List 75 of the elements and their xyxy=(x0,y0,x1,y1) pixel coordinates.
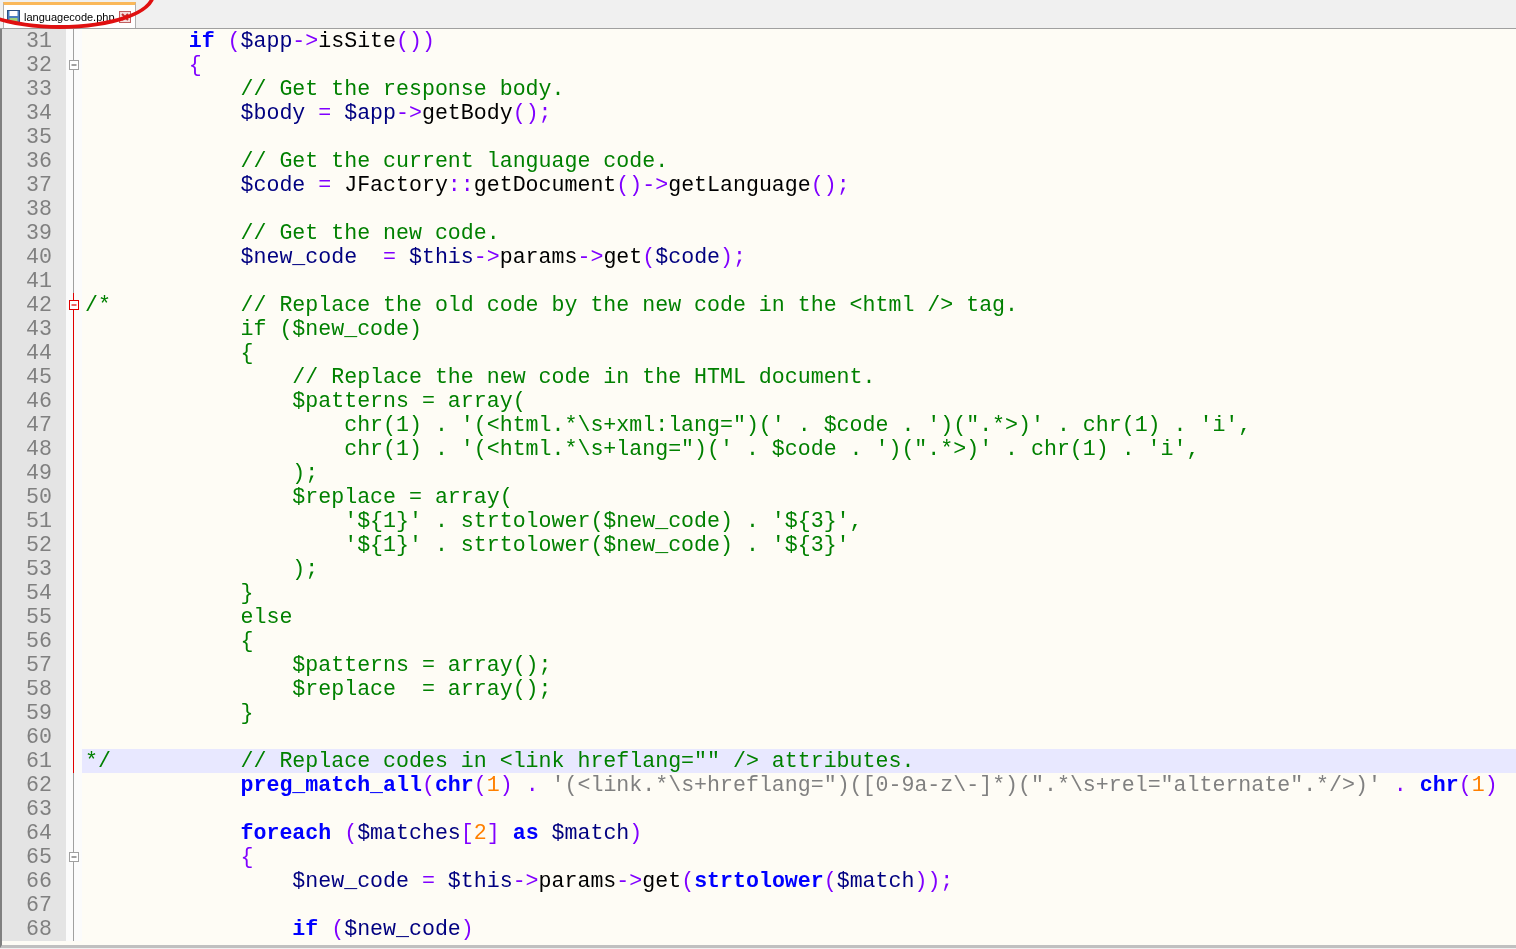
line-number: 53 xyxy=(2,557,66,581)
line-number: 66 xyxy=(2,869,66,893)
code-line: } xyxy=(239,701,255,725)
line-number: 33 xyxy=(2,77,66,101)
code-line: $new_code = $this->params->get($code); xyxy=(239,245,747,269)
line-number: 35 xyxy=(2,125,66,149)
code-line: // Get the response body. xyxy=(239,77,566,101)
line-number: 54 xyxy=(2,581,66,605)
code-line: if ($new_code) xyxy=(239,317,423,341)
line-number: 67 xyxy=(2,893,66,917)
code-line: $replace = array( xyxy=(291,485,514,509)
line-number: 43 xyxy=(2,317,66,341)
line-number: 59 xyxy=(2,701,66,725)
line-number: 55 xyxy=(2,605,66,629)
line-number: 34 xyxy=(2,101,66,125)
code-line: } xyxy=(239,581,255,605)
line-number: 42 xyxy=(2,293,66,317)
line-number: 57 xyxy=(2,653,66,677)
line-number: 44 xyxy=(2,341,66,365)
collapse-icon[interactable] xyxy=(69,852,79,862)
line-number: 49 xyxy=(2,461,66,485)
line-number: 64 xyxy=(2,821,66,845)
code-line: { xyxy=(187,53,203,77)
code-line: chr(1) . '(<html.*\s+lang=")(' . $code . ')(".*>)' . chr(1) . 'i', xyxy=(343,437,1201,461)
line-number: 51 xyxy=(2,509,66,533)
line-number: 41 xyxy=(2,269,66,293)
code-line: ); xyxy=(291,461,320,485)
code-line: $new_code = $this->params->get(strtolower($match)); xyxy=(291,869,955,893)
code-line: $replace = array(); xyxy=(291,677,553,701)
line-number: 68 xyxy=(2,917,66,941)
line-number: 58 xyxy=(2,677,66,701)
line-number: 52 xyxy=(2,533,66,557)
line-number: 40 xyxy=(2,245,66,269)
code-line: { xyxy=(239,845,255,869)
code-line: { xyxy=(239,629,255,653)
close-icon[interactable] xyxy=(118,10,131,23)
line-number: 46 xyxy=(2,389,66,413)
line-number: 38 xyxy=(2,197,66,221)
line-number: 60 xyxy=(2,725,66,749)
code-line: preg_match_all(chr(1) . '(<link.*\s+hreflang=")([0-9a-z\-]*)(".*\s+rel="alternate".*/>)' . chr(1) xyxy=(239,773,1499,797)
line-number: 50 xyxy=(2,485,66,509)
code-line: '${1}' . strtolower($new_code) . '${3}' xyxy=(343,533,851,557)
code-line: foreach ($matches[2] as $match) xyxy=(239,821,644,845)
code-line: $body = $app->getBody(); xyxy=(239,101,553,125)
code-line: $patterns = array(); xyxy=(291,653,553,677)
code-line: $code = JFactory::getDocument()->getLanguage(); xyxy=(239,173,851,197)
code-line: ); xyxy=(291,557,320,581)
line-number: 47 xyxy=(2,413,66,437)
line-number: 63 xyxy=(2,797,66,821)
line-number: 45 xyxy=(2,365,66,389)
code-line: chr(1) . '(<html.*\s+xml:lang=")(' . $code . ')(".*>)' . chr(1) . 'i', xyxy=(343,413,1253,437)
line-number: 56 xyxy=(2,629,66,653)
code-line: /* // Replace the old code by the new code in the <html /> tag. xyxy=(84,293,1019,317)
line-number: 65 xyxy=(2,845,66,869)
code-line: if ($app->isSite()) xyxy=(187,29,436,53)
line-number: 36 xyxy=(2,149,66,173)
code-line: else xyxy=(239,605,294,629)
code-line: // Get the current language code. xyxy=(239,149,670,173)
line-number: 32 xyxy=(2,53,66,77)
file-tab[interactable]: languagecode.php xyxy=(3,2,136,28)
code-line: $patterns = array( xyxy=(291,389,527,413)
line-number: 62 xyxy=(2,773,66,797)
code-line: // Replace the new code in the HTML document. xyxy=(291,365,877,389)
line-number: 31 xyxy=(2,29,66,53)
code-line: { xyxy=(239,341,255,365)
tab-label: languagecode.php xyxy=(24,10,115,23)
line-number: 61 xyxy=(2,749,66,773)
collapse-icon[interactable] xyxy=(69,60,79,70)
code-line: '${1}' . strtolower($new_code) . '${3}', xyxy=(343,509,864,533)
code-line: if ($new_code) xyxy=(291,917,475,941)
line-number: 39 xyxy=(2,221,66,245)
line-number: 37 xyxy=(2,173,66,197)
line-number: 48 xyxy=(2,437,66,461)
code-line: // Get the new code. xyxy=(239,221,501,245)
collapse-icon[interactable] xyxy=(69,300,79,310)
